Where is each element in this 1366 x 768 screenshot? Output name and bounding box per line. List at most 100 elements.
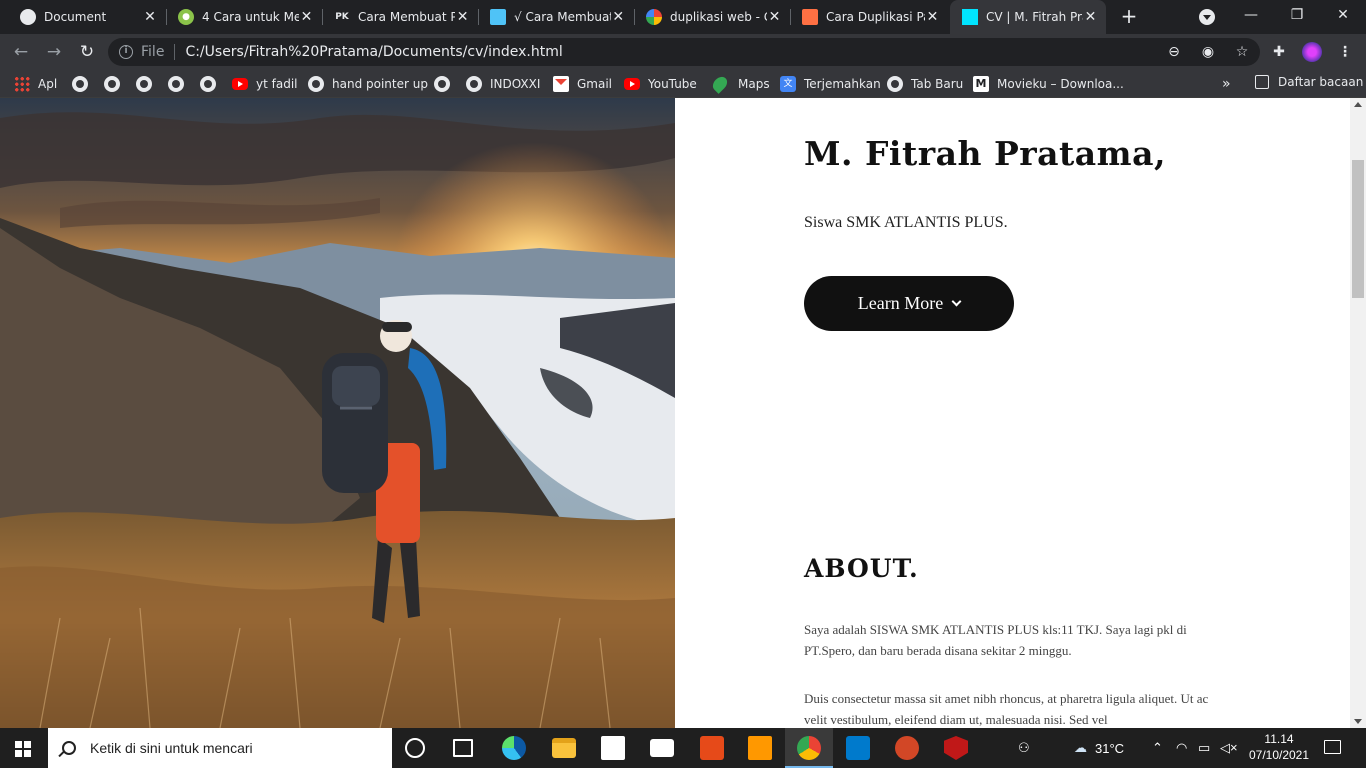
tab-cara-duplikasi[interactable]: Cara Duplikasi Pa ✕ xyxy=(790,0,948,34)
windows-taskbar: Ketik di sini untuk mencari ⚇ ☁ 31°C ⌃ ◠… xyxy=(0,728,1366,768)
minimize-button[interactable]: — xyxy=(1228,0,1274,32)
site-icon xyxy=(802,9,818,25)
tab-duplikasi-web[interactable]: duplikasi web - G ✕ xyxy=(634,0,790,34)
globe-icon xyxy=(20,9,36,25)
weather-widget[interactable]: ☁ 31°C xyxy=(1074,728,1124,768)
bookmark-label: Tab Baru xyxy=(911,77,964,91)
wifi-icon[interactable]: ◠ xyxy=(1176,728,1187,768)
notification-icon[interactable] xyxy=(1324,740,1341,754)
sublime-icon[interactable] xyxy=(748,736,772,760)
tab-document[interactable]: Document ✕ xyxy=(8,0,166,34)
page-scrollbar[interactable] xyxy=(1350,98,1366,728)
window-close-button[interactable]: ✕ xyxy=(1320,0,1366,32)
bookmark-maps[interactable]: Maps xyxy=(710,74,770,94)
learn-more-button[interactable]: Learn More xyxy=(804,276,1014,331)
bookmark-globe-1[interactable] xyxy=(72,75,96,93)
close-icon[interactable]: ✕ xyxy=(1083,9,1098,25)
tab-title: Cara Membuat Pc xyxy=(358,10,456,24)
bookmark-label: Terjemahkan xyxy=(804,77,881,91)
close-icon[interactable]: ✕ xyxy=(455,9,470,25)
task-view-icon[interactable] xyxy=(453,739,473,757)
close-icon[interactable]: ✕ xyxy=(142,9,158,25)
eye-off-icon[interactable]: ◉ xyxy=(1200,44,1216,60)
tab-title: √ Cara Membuat xyxy=(514,10,611,24)
battery-icon[interactable]: ▭ xyxy=(1198,728,1210,768)
mail-icon[interactable] xyxy=(650,739,674,757)
bookmark-movieku[interactable]: M Movieku – Downloa... xyxy=(973,75,1124,93)
bookmark-globe-2[interactable] xyxy=(104,75,128,93)
mcafee-icon[interactable] xyxy=(944,736,968,760)
bookmark-globe-4[interactable] xyxy=(168,75,192,93)
search-icon xyxy=(62,741,76,755)
tab-cara-membuat[interactable]: √ Cara Membuat ✕ xyxy=(478,0,634,34)
vscode-icon[interactable] xyxy=(846,736,870,760)
tab-strip: Document ✕ ● 4 Cara untuk Mer ✕ PK Cara … xyxy=(0,0,1366,34)
bookmark-indoxxi[interactable]: INDOXXI xyxy=(466,75,540,93)
volume-mute-icon[interactable]: ◁× xyxy=(1220,728,1238,768)
reload-icon[interactable]: ↻ xyxy=(76,41,98,63)
new-tab-button[interactable]: + xyxy=(1118,6,1140,28)
tab-cara-untuk[interactable]: ● 4 Cara untuk Mer ✕ xyxy=(166,0,322,34)
back-icon[interactable]: ← xyxy=(10,41,32,63)
office-icon[interactable] xyxy=(700,736,724,760)
chevron-down-icon xyxy=(951,296,962,306)
tab-search-icon[interactable] xyxy=(1199,9,1215,25)
bookmark-globe-5[interactable] xyxy=(200,75,224,93)
zoom-icon[interactable]: ⊖ xyxy=(1166,44,1182,60)
learn-more-label: Learn More xyxy=(857,293,944,313)
forward-icon[interactable]: → xyxy=(43,41,65,63)
cyan-square-icon xyxy=(962,9,978,25)
bookmark-hand-pointer[interactable]: hand pointer up xyxy=(308,75,428,93)
people-icon[interactable]: ⚇ xyxy=(1018,728,1030,768)
bookmark-yt-fadil[interactable]: yt fadil xyxy=(232,75,297,93)
chevron-up-icon[interactable]: ⌃ xyxy=(1152,728,1163,768)
youtube-icon xyxy=(232,78,248,90)
bookmark-label: yt fadil xyxy=(256,77,298,91)
restore-button[interactable]: ❐ xyxy=(1274,0,1320,32)
omnibox-divider xyxy=(174,44,176,60)
bookmark-globe-3[interactable] xyxy=(136,75,160,93)
bookmark-terjemahkan[interactable]: 文 Terjemahkan xyxy=(780,75,881,93)
cortana-icon[interactable] xyxy=(405,738,425,758)
bookmarks-overflow-icon[interactable]: » xyxy=(1222,76,1231,92)
scroll-up-icon[interactable] xyxy=(1354,102,1362,107)
close-icon[interactable]: ✕ xyxy=(925,9,940,25)
url-scheme: File xyxy=(141,44,165,60)
close-icon[interactable]: ✕ xyxy=(299,9,314,25)
tab-cv-active[interactable]: CV | M. Fitrah Pra ✕ xyxy=(950,0,1106,34)
bookmark-apps[interactable]: Apl xyxy=(14,75,57,93)
edge-icon[interactable] xyxy=(502,736,526,760)
bookmark-label: INDOXXI xyxy=(490,77,541,91)
bookmark-gmail[interactable]: Gmail xyxy=(553,75,612,93)
file-explorer-icon[interactable] xyxy=(552,738,576,758)
close-icon[interactable]: ✕ xyxy=(767,9,782,25)
reading-list-label: Daftar bacaan xyxy=(1278,75,1364,89)
chrome-icon[interactable] xyxy=(797,736,821,760)
bookmark-globe-6[interactable] xyxy=(434,75,458,93)
star-icon[interactable]: ☆ xyxy=(1234,44,1250,60)
powerpoint-icon[interactable] xyxy=(895,736,919,760)
store-icon[interactable] xyxy=(601,736,625,760)
tab-cara-membuat-pc[interactable]: PK Cara Membuat Pc ✕ xyxy=(322,0,478,34)
windows-start-icon[interactable] xyxy=(15,741,31,757)
avatar[interactable] xyxy=(1302,42,1322,62)
taskbar-search[interactable]: Ketik di sini untuk mencari xyxy=(48,728,392,768)
scroll-thumb[interactable] xyxy=(1352,160,1364,298)
info-icon[interactable]: i xyxy=(119,45,133,59)
address-bar[interactable]: i File C:/Users/Fitrah%20Pratama/Documen… xyxy=(108,38,1260,66)
scroll-down-icon[interactable] xyxy=(1354,719,1362,724)
url-text[interactable]: C:/Users/Fitrah%20Pratama/Documents/cv/i… xyxy=(185,44,562,60)
youtube-icon xyxy=(624,78,640,90)
tab-title: Cara Duplikasi Pa xyxy=(826,10,925,24)
reading-list-button[interactable]: Daftar bacaan xyxy=(1255,75,1363,89)
bookmark-tab-baru[interactable]: Tab Baru xyxy=(887,75,963,93)
taskbar-clock[interactable]: 11.14 07/10/2021 xyxy=(1244,731,1314,763)
bookmark-label: Apl xyxy=(38,77,58,91)
extensions-icon[interactable]: ✚ xyxy=(1270,43,1288,61)
tab-title: duplikasi web - G xyxy=(670,10,767,24)
bookmark-youtube[interactable]: YouTube xyxy=(624,75,697,93)
bookmark-label: Movieku – Downloa... xyxy=(997,77,1124,91)
close-icon[interactable]: ✕ xyxy=(611,9,626,25)
cloud-icon: ☁ xyxy=(1074,740,1087,755)
menu-icon[interactable]: ⋮ xyxy=(1336,43,1354,61)
